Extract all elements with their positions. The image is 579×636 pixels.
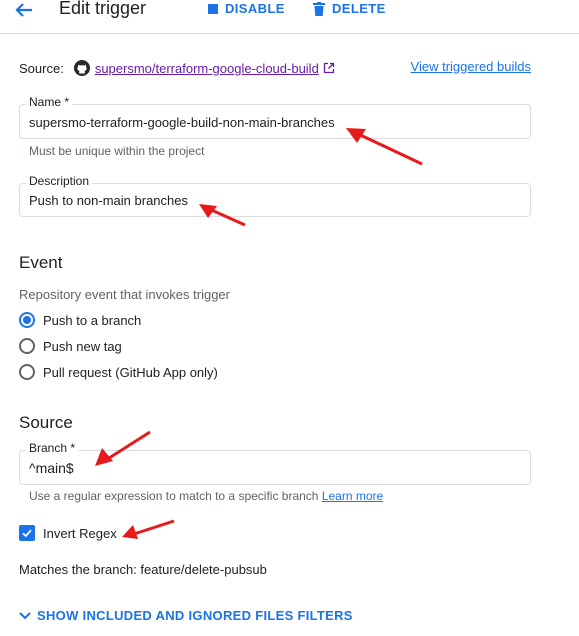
source-heading: Source: [19, 413, 73, 432]
invert-regex-checkbox-row[interactable]: Invert Regex: [19, 525, 117, 541]
view-triggered-builds-link[interactable]: View triggered builds: [411, 59, 531, 74]
show-files-filters-toggle[interactable]: SHOW INCLUDED AND IGNORED FILES FILTERS: [19, 608, 353, 623]
radio-push-new-tag[interactable]: Push new tag: [19, 338, 122, 354]
learn-more-link[interactable]: Learn more: [322, 489, 383, 503]
name-field-label: Name *: [26, 95, 73, 109]
annotation-arrow-icon: [122, 519, 175, 539]
top-bar: Edit trigger DISABLE DELETE: [0, 0, 579, 34]
invert-regex-checkbox[interactable]: [19, 525, 35, 541]
delete-button-label: DELETE: [332, 1, 386, 16]
radio-push-to-branch[interactable]: Push to a branch: [19, 312, 141, 328]
repo-link[interactable]: supersmo/terraform-google-cloud-build: [95, 61, 319, 76]
name-field[interactable]: Name * supersmo-terraform-google-build-n…: [19, 95, 531, 139]
radio-label: Push to a branch: [43, 312, 142, 328]
branch-helper-label: Use a regular expression to match to a s…: [29, 489, 319, 503]
stop-icon: [208, 3, 218, 14]
event-heading: Event: [19, 253, 63, 272]
radio-button-selected[interactable]: [19, 312, 35, 328]
branch-field-value[interactable]: ^main$: [29, 460, 74, 476]
source-repo-row: Source: supersmo/terraform-google-cloud-…: [19, 58, 531, 78]
matches-branch-text: Matches the branch: feature/delete-pubsu…: [19, 562, 267, 577]
source-label: Source:: [19, 60, 64, 76]
annotation-arrow-icon: [199, 204, 246, 227]
show-files-filters-label: SHOW INCLUDED AND IGNORED FILES FILTERS: [37, 608, 353, 623]
checkmark-icon: [22, 529, 32, 538]
annotation-arrow-icon: [95, 430, 151, 466]
description-field-label: Description: [26, 174, 93, 188]
back-arrow-icon[interactable]: [12, 0, 36, 20]
radio-pull-request[interactable]: Pull request (GitHub App only): [19, 364, 218, 380]
event-subtext: Repository event that invokes trigger: [19, 287, 230, 302]
name-helper-text: Must be unique within the project: [29, 144, 205, 158]
branch-field-label: Branch *: [26, 441, 79, 455]
trash-icon: [313, 1, 325, 16]
branch-helper-text: Use a regular expression to match to a s…: [29, 489, 383, 503]
github-icon: [73, 60, 90, 76]
description-field[interactable]: Description Push to non-main branches: [19, 174, 531, 217]
radio-button[interactable]: [19, 338, 35, 354]
invert-regex-label: Invert Regex: [43, 525, 117, 541]
page-title: Edit trigger: [59, 0, 147, 18]
radio-label: Push new tag: [43, 338, 122, 354]
name-field-value[interactable]: supersmo-terraform-google-build-non-main…: [29, 115, 335, 130]
delete-button[interactable]: DELETE: [313, 1, 386, 16]
chevron-down-icon: [19, 611, 31, 619]
annotation-arrow-icon: [346, 128, 423, 166]
radio-button[interactable]: [19, 364, 35, 380]
disable-button[interactable]: DISABLE: [208, 1, 285, 16]
radio-label: Pull request (GitHub App only): [43, 364, 218, 380]
external-link-icon: [323, 62, 334, 74]
disable-button-label: DISABLE: [225, 1, 285, 16]
description-field-value[interactable]: Push to non-main branches: [29, 193, 188, 208]
